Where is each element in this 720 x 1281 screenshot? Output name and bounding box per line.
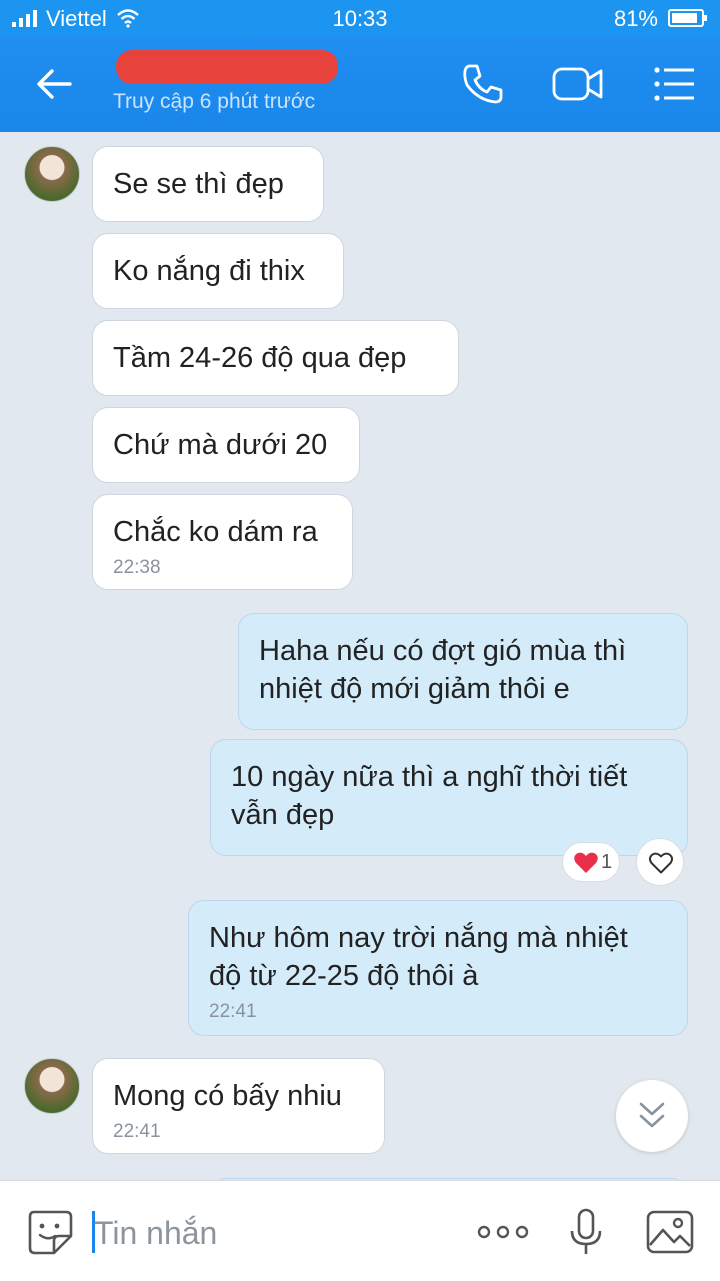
photo-button[interactable] — [644, 1206, 696, 1258]
contact-avatar[interactable] — [24, 1058, 80, 1114]
message-text: Chứ mà dưới 20 — [113, 429, 328, 461]
microphone-icon — [570, 1208, 602, 1254]
phone-icon — [463, 64, 503, 104]
redaction-mark — [116, 50, 338, 84]
message-timestamp: 22:41 — [209, 1001, 257, 1022]
react-button[interactable] — [636, 838, 684, 886]
scroll-to-bottom-button[interactable] — [616, 1080, 688, 1152]
contact-name[interactable] — [110, 48, 340, 84]
video-call-button[interactable] — [550, 58, 603, 110]
message-timestamp: 22:38 — [113, 557, 161, 578]
message-text: Chắc ko dám ra — [113, 516, 318, 548]
more-icon — [477, 1225, 529, 1239]
message-text: Se se thì đẹp — [113, 168, 284, 200]
message-bubble-incoming[interactable]: Tầm 24-26 độ qua đẹp — [92, 320, 459, 396]
reaction-count: 1 — [601, 851, 613, 873]
more-options-button[interactable] — [476, 1206, 529, 1258]
status-bar: Viettel 10:33 81% — [0, 0, 720, 36]
message-text: Mong có bấy nhiu — [113, 1080, 342, 1112]
sticker-icon — [28, 1210, 73, 1255]
call-button[interactable] — [456, 58, 508, 110]
message-list[interactable]: Se se thì đẹp Ko nắng đi thix Tầm 24-26 … — [0, 132, 720, 1180]
sticker-button[interactable] — [24, 1206, 76, 1258]
video-call-icon — [552, 67, 603, 101]
battery-percent: 81% — [613, 6, 658, 31]
reaction-badge[interactable]: 1 — [562, 842, 620, 882]
message-text: Haha nếu có đợt gió mùa thì nhiệt độ mới… — [259, 635, 627, 705]
message-bubble-outgoing[interactable]: Như hôm nay trời nắng mà nhiệt độ từ 22-… — [188, 900, 688, 1036]
message-text: Ko nắng đi thix — [113, 255, 305, 287]
message-bubble-outgoing[interactable]: 10 ngày nữa thì a nghĩ thời tiết vẫn đẹp — [210, 739, 688, 856]
heart-outline-icon — [649, 852, 673, 874]
message-input[interactable] — [92, 1207, 456, 1259]
message-bubble-incoming[interactable]: Ko nắng đi thix — [92, 233, 344, 309]
image-icon — [646, 1210, 694, 1254]
double-chevron-down-icon — [639, 1102, 665, 1128]
message-bubble-incoming[interactable]: Mong có bấy nhiu 22:41 — [92, 1058, 385, 1154]
clock: 10:33 — [332, 6, 388, 31]
message-text: Như hôm nay trời nắng mà nhiệt độ từ 22-… — [209, 922, 628, 992]
message-text: Tầm 24-26 độ qua đẹp — [113, 342, 407, 374]
last-seen-status: Truy cập 6 phút trước — [113, 90, 316, 113]
back-button[interactable] — [30, 64, 78, 104]
heart-icon — [574, 852, 598, 873]
message-composer — [0, 1180, 720, 1281]
message-bubble-incoming[interactable]: Chứ mà dưới 20 — [92, 407, 360, 483]
message-bubble-incoming[interactable]: Chắc ko dám ra 22:38 — [92, 494, 353, 590]
menu-icon — [654, 67, 694, 101]
battery-icon — [668, 9, 707, 27]
message-bubble-incoming[interactable]: Se se thì đẹp — [92, 146, 324, 222]
message-timestamp: 22:41 — [113, 1121, 161, 1142]
message-bubble-outgoing[interactable]: Haha nếu có đợt gió mùa thì nhiệt độ mới… — [238, 613, 688, 730]
menu-button[interactable] — [648, 58, 700, 110]
message-text: 10 ngày nữa thì a nghĩ thời tiết vẫn đẹp — [231, 761, 628, 831]
contact-avatar[interactable] — [24, 146, 80, 202]
back-arrow-icon — [37, 69, 72, 99]
voice-message-button[interactable] — [560, 1206, 612, 1258]
chat-header: Truy cập 6 phút trước — [0, 36, 720, 132]
